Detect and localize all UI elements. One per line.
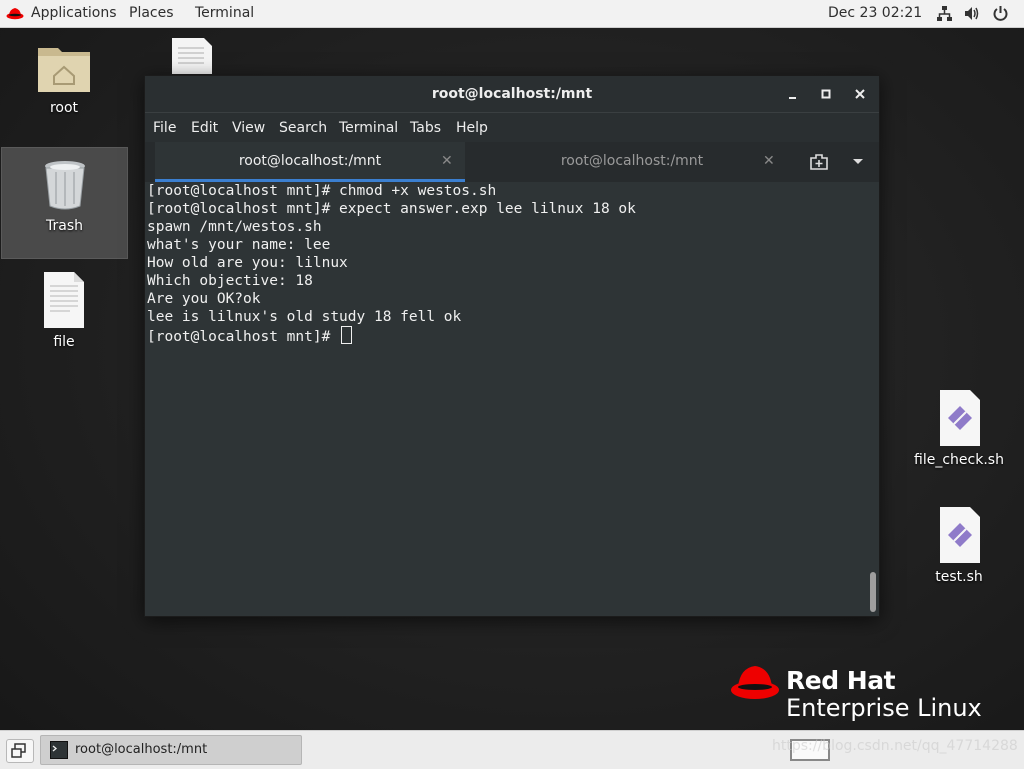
desktop-icon-label: file — [53, 334, 75, 350]
window-titlebar[interactable]: root@localhost:/mnt — [145, 76, 879, 112]
tab-bar: root@localhost:/mnt ✕ root@localhost:/mn… — [145, 142, 879, 182]
minimize-button[interactable] — [784, 85, 802, 103]
redhat-brand-name: Red Hat — [786, 666, 896, 695]
terminal-line: lee is lilnux's old study 18 fell ok — [147, 309, 462, 325]
terminal-line: How old are you: lilnux — [147, 255, 348, 271]
tab-1-close-icon[interactable]: ✕ — [441, 142, 453, 180]
menu-bar: File Edit View Search Terminal Tabs Help — [145, 112, 879, 143]
maximize-icon — [821, 89, 831, 99]
volume-icon[interactable] — [963, 5, 980, 22]
tab-1[interactable]: root@localhost:/mnt — [155, 142, 465, 182]
desktop-icon-label: root — [49, 100, 79, 116]
places-menu[interactable]: Places — [129, 0, 174, 27]
close-button[interactable] — [851, 85, 869, 103]
tab-2[interactable]: root@localhost:/mnt — [467, 142, 797, 182]
menu-terminal[interactable]: Terminal — [339, 113, 398, 143]
terminal-line: [root@localhost mnt]# expect answer.exp … — [147, 201, 636, 217]
desktop-icon-label: test.sh — [935, 569, 983, 585]
trash-icon — [45, 161, 85, 210]
applications-menu[interactable]: Applications — [31, 0, 117, 27]
terminal-line: [root@localhost mnt]# chmod +x westos.sh — [147, 183, 497, 199]
terminal-output[interactable]: [root@localhost mnt]# chmod +x westos.sh… — [145, 182, 865, 616]
desktop-icon-test[interactable]: test.sh — [896, 505, 1022, 587]
redhat-product-name: Enterprise Linux — [786, 694, 982, 722]
power-icon[interactable] — [992, 5, 1009, 22]
clock[interactable]: Dec 23 02:21 — [828, 0, 922, 27]
menu-view[interactable]: View — [232, 113, 265, 143]
redhat-branding: Red Hat Enterprise Linux — [730, 662, 982, 722]
terminal-line: what's your name: lee — [147, 237, 331, 253]
terminal-app-icon — [50, 741, 68, 759]
desktop-icon-file[interactable]: file — [1, 270, 127, 352]
terminal-app-menu[interactable]: Terminal — [195, 0, 254, 27]
desktop-icon-label: Trash — [46, 218, 83, 234]
redhat-icon[interactable] — [6, 6, 24, 20]
scrollbar-thumb[interactable] — [870, 572, 876, 612]
close-icon — [855, 89, 865, 99]
terminal-window[interactable]: root@localhost:/mnt File Edit View Searc… — [144, 75, 880, 617]
menu-edit[interactable]: Edit — [191, 113, 218, 143]
desktop-icon-file-check[interactable]: file_check.sh — [896, 388, 1022, 470]
minimize-icon — [789, 97, 796, 99]
terminal-prompt-line: [root@localhost mnt]# — [145, 326, 865, 345]
show-desktop-button[interactable] — [6, 739, 34, 763]
maximize-button[interactable] — [817, 85, 835, 103]
tab-label: root@localhost:/mnt — [560, 153, 704, 169]
terminal-prompt: [root@localhost mnt]# — [147, 329, 340, 345]
terminal-line: Are you OK?ok — [147, 291, 261, 307]
script-file-icon — [940, 390, 980, 446]
tab-dropdown-icon[interactable] — [852, 157, 864, 167]
redhat-logo-icon — [731, 666, 779, 699]
script-file-icon — [940, 507, 980, 563]
scrollbar[interactable] — [867, 182, 879, 616]
taskbar-window-terminal[interactable]: root@localhost:/mnt — [40, 735, 302, 765]
show-desktop-icon — [11, 743, 26, 758]
menu-file[interactable]: File — [153, 113, 176, 143]
tab-2-close-icon[interactable]: ✕ — [763, 142, 775, 180]
menu-tabs[interactable]: Tabs — [410, 113, 441, 143]
desktop-icon-trash[interactable]: Trash — [1, 147, 128, 259]
top-bar: Applications Places Terminal Dec 23 02:2… — [0, 0, 1024, 28]
text-cursor — [341, 326, 353, 344]
taskbar-window-label: root@localhost:/mnt — [75, 742, 208, 757]
new-tab-icon[interactable] — [809, 153, 829, 171]
watermark: https://blog.csdn.net/qq_47714288 — [772, 738, 1018, 754]
home-folder-icon — [38, 48, 90, 92]
desktop-icon-root[interactable]: root — [1, 36, 127, 126]
menu-search[interactable]: Search — [279, 113, 327, 143]
tab-label: root@localhost:/mnt — [238, 153, 382, 169]
network-icon[interactable] — [936, 5, 953, 22]
terminal-line: spawn /mnt/westos.sh — [147, 219, 322, 235]
terminal-line: Which objective: 18 — [147, 273, 313, 289]
text-file-icon — [44, 272, 84, 328]
window-title: root@localhost:/mnt — [431, 86, 593, 102]
document-icon[interactable] — [172, 38, 212, 74]
desktop-icon-label: file_check.sh — [914, 452, 1004, 468]
menu-help[interactable]: Help — [456, 113, 488, 143]
